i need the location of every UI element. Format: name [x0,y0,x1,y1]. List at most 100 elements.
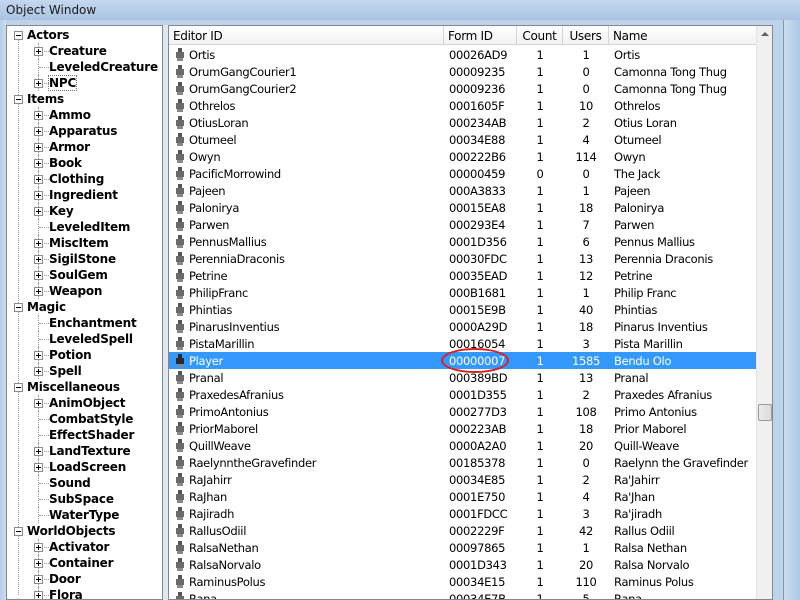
table-row[interactable]: PerenniaDraconis 00030FDC 1 13 Perennia Drac… [169,250,756,267]
table-row[interactable]: Petrine 00035EAD 1 12 Petrine [169,267,756,284]
title-bar[interactable]: Object Window [0,0,800,20]
tree-collapse-icon[interactable] [14,95,23,104]
tree-expand-icon[interactable] [34,575,43,584]
vertical-scrollbar[interactable] [756,26,772,599]
tree-item-weapon[interactable]: Weapon [7,283,162,299]
table-row[interactable]: RalsaNethan 00097865 1 1 Ralsa Nethan [169,539,756,556]
table-row[interactable]: PriorMaborel 000223AB 1 18 Prior Maborel [169,420,756,437]
table-row[interactable]: RaminusPolus 00034E15 1 110 Raminus Polus [169,573,756,590]
table-row[interactable]: OtiusLoran 000234AB 1 2 Otius Loran [169,114,756,131]
column-header-editor-id[interactable]: Editor ID [169,26,444,45]
tree-expand-icon[interactable] [34,159,43,168]
tree-collapse-icon[interactable] [14,31,23,40]
column-header-name[interactable]: Name [609,26,756,45]
tree-item-enchantment[interactable]: Enchantment [7,315,162,331]
tree-expand-icon[interactable] [34,255,43,264]
tree-item-leveledspell[interactable]: LeveledSpell [7,331,162,347]
tree-item-loadscreen[interactable]: LoadScreen [7,459,162,475]
tree-collapse-icon[interactable] [14,527,23,536]
tree-item-landtexture[interactable]: LandTexture [7,443,162,459]
tree-item-sigilstone[interactable]: SigilStone [7,251,162,267]
tree-expand-icon[interactable] [34,287,43,296]
tree-item-creature[interactable]: Creature [7,43,162,59]
tree-item-npc[interactable]: NPC [7,75,162,91]
tree-item-flora[interactable]: Flora [7,587,162,599]
tree-item-subspace[interactable]: SubSpace [7,491,162,507]
tree-item-spell[interactable]: Spell [7,363,162,379]
table-row[interactable]: Pajeen 000A3833 1 1 Pajeen [169,182,756,199]
tree-expand-icon[interactable] [34,239,43,248]
table-row[interactable]: Rana 00034E7B 1 5 Rana [169,590,756,599]
column-header-form-id[interactable]: Form ID [444,26,517,45]
tree-item-clothing[interactable]: Clothing [7,171,162,187]
tree-item-animobject[interactable]: AnimObject [7,395,162,411]
tree-item-potion[interactable]: Potion [7,347,162,363]
tree-item-miscitem[interactable]: MiscItem [7,235,162,251]
table-row[interactable]: OrumGangCourier1 00009235 1 0 Camonna Tong T… [169,63,756,80]
category-tree[interactable]: Actors Creature LeveledCreature NPC Items Amm… [6,25,163,600]
scroll-up-button[interactable] [757,26,772,43]
tree-expand-icon[interactable] [34,79,43,88]
tree-expand-icon[interactable] [34,447,43,456]
column-header-users[interactable]: Users [563,26,609,45]
tree-expand-icon[interactable] [34,351,43,360]
tree-expand-icon[interactable] [34,463,43,472]
table-row[interactable]: PraxedesAfranius 0001D355 1 2 Praxedes Afran… [169,386,756,403]
table-row[interactable]: Rajiradh 0001FDCC 1 3 Ra'jiradh [169,505,756,522]
tree-item-container[interactable]: Container [7,555,162,571]
tree-item-ammo[interactable]: Ammo [7,107,162,123]
table-row[interactable]: RaJhan 0001E750 1 4 Ra'Jhan [169,488,756,505]
table-row[interactable]: RallusOdiil 0002229F 1 42 Rallus Odiil [169,522,756,539]
tree-expand-icon[interactable] [34,543,43,552]
tree-item-door[interactable]: Door [7,571,162,587]
tree-expand-icon[interactable] [34,143,43,152]
tree-item-soulgem[interactable]: SoulGem [7,267,162,283]
tree-item-book[interactable]: Book [7,155,162,171]
tree-item-miscellaneous[interactable]: Miscellaneous [7,379,162,395]
table-row[interactable]: RalsaNorvalo 0001D343 1 20 Ralsa Norvalo [169,556,756,573]
table-row[interactable]: Otumeel 00034E88 1 4 Otumeel [169,131,756,148]
table-row[interactable]: Palonirya 00015EA8 1 18 Palonirya [169,199,756,216]
tree-item-apparatus[interactable]: Apparatus [7,123,162,139]
table-row[interactable]: PacificMorrowind 00000459 0 0 The Jack [169,165,756,182]
tree-item-magic[interactable]: Magic [7,299,162,315]
tree-item-leveleditem[interactable]: LeveledItem [7,219,162,235]
object-list[interactable]: Editor ID Form ID Count Users Name Ortis… [168,25,773,600]
tree-item-key[interactable]: Key [7,203,162,219]
tree-expand-icon[interactable] [34,47,43,56]
tree-expand-icon[interactable] [34,127,43,136]
table-row[interactable]: Owyn 000222B6 1 114 Owyn [169,148,756,165]
table-row[interactable]: PrimoAntonius 000277D3 1 108 Primo Antonius [169,403,756,420]
table-row[interactable]: PinarusInventius 0000A29D 1 18 Pinarus Inven… [169,318,756,335]
tree-expand-icon[interactable] [34,591,43,599]
tree-expand-icon[interactable] [34,399,43,408]
table-row[interactable]: PhilipFranc 000B1681 1 1 Philip Franc [169,284,756,301]
tree-item-actors[interactable]: Actors [7,27,162,43]
scrollbar-thumb[interactable] [758,404,772,421]
table-row[interactable]: QuillWeave 0000A2A0 1 20 Quill-Weave [169,437,756,454]
tree-item-watertype[interactable]: WaterType [7,507,162,523]
tree-item-combatstyle[interactable]: CombatStyle [7,411,162,427]
table-row[interactable]: Phintias 00015E9B 1 40 Phintias [169,301,756,318]
tree-expand-icon[interactable] [34,207,43,216]
table-row[interactable]: PennusMallius 0001D356 1 6 Pennus Mallius [169,233,756,250]
tree-expand-icon[interactable] [34,559,43,568]
column-header-count[interactable]: Count [517,26,563,45]
tree-expand-icon[interactable] [34,175,43,184]
table-row[interactable]: OrumGangCourier2 00009236 1 0 Camonna Tong T… [169,80,756,97]
tree-expand-icon[interactable] [34,111,43,120]
tree-item-items[interactable]: Items [7,91,162,107]
table-row[interactable]: RaJahirr 00034E85 1 2 Ra'Jahirr [169,471,756,488]
tree-expand-icon[interactable] [34,271,43,280]
tree-item-activator[interactable]: Activator [7,539,162,555]
table-row[interactable]: Ortis 00026AD9 1 1 Ortis [169,46,756,63]
tree-expand-icon[interactable] [34,191,43,200]
tree-expand-icon[interactable] [34,367,43,376]
tree-item-ingredient[interactable]: Ingredient [7,187,162,203]
tree-item-leveledcreature[interactable]: LeveledCreature [7,59,162,75]
tree-collapse-icon[interactable] [14,303,23,312]
table-row[interactable]: Parwen 000293E4 1 7 Parwen [169,216,756,233]
tree-item-armor[interactable]: Armor [7,139,162,155]
tree-item-effectshader[interactable]: EffectShader [7,427,162,443]
table-row[interactable]: RaelynntheGravefinder 00185378 1 0 Raelynn t… [169,454,756,471]
